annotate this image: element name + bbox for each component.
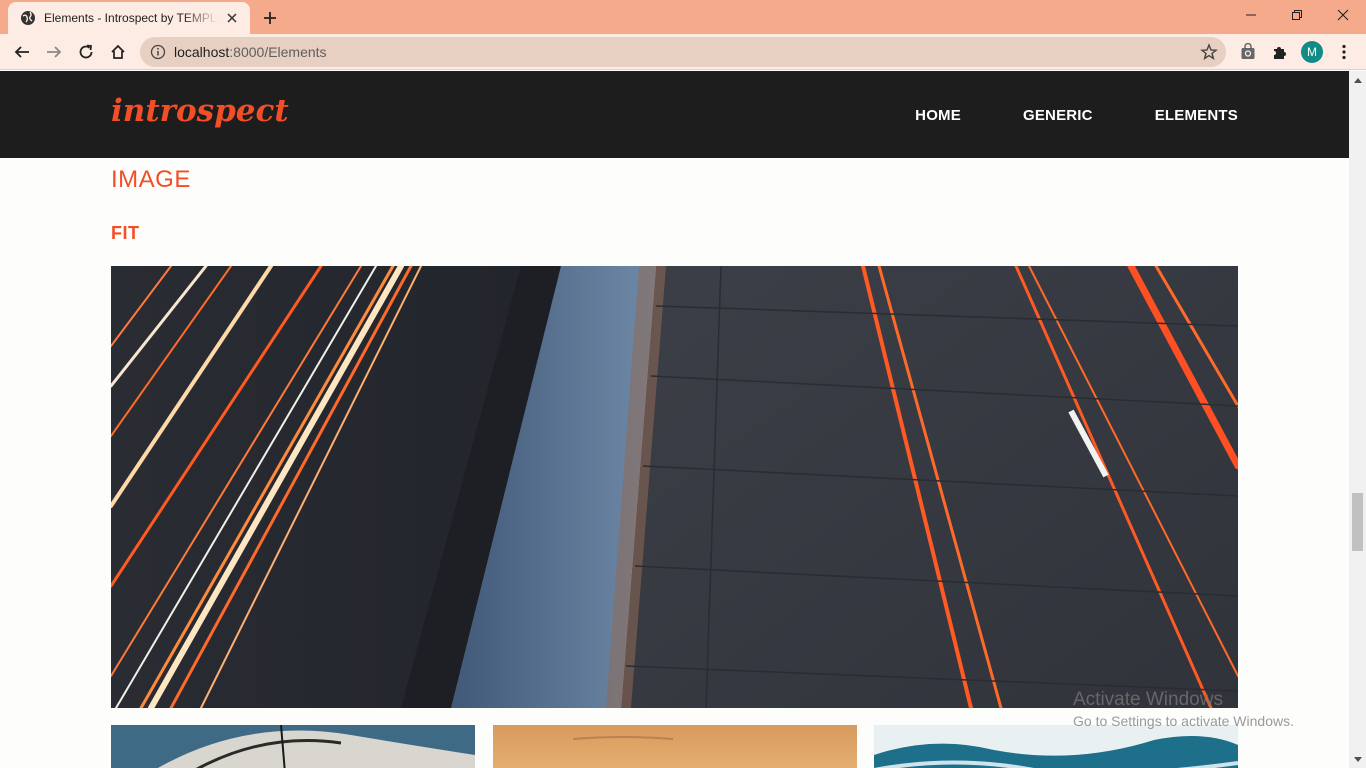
- browser-tab[interactable]: Elements - Introspect by TEMPLATED: [8, 2, 250, 34]
- close-icon: [1337, 9, 1349, 21]
- profile-avatar[interactable]: M: [1301, 41, 1323, 63]
- thumbnail-image-1: [111, 725, 475, 768]
- more-vertical-icon: [1342, 44, 1346, 60]
- url-text: localhost:8000/Elements: [174, 44, 327, 60]
- puzzle-piece-icon: [1274, 47, 1286, 59]
- arrow-left-icon: [14, 46, 29, 58]
- url-path: /Elements: [264, 44, 327, 60]
- page-scrollbar[interactable]: [1349, 71, 1366, 768]
- reload-button[interactable]: [72, 38, 100, 66]
- main-nav: HOME GENERIC ELEMENTS: [915, 107, 1238, 124]
- nav-item-home[interactable]: HOME: [915, 107, 961, 124]
- nav-item-elements[interactable]: ELEMENTS: [1155, 107, 1238, 124]
- section-subheading: FIT: [111, 223, 140, 243]
- page-viewport: introspect HOME GENERIC ELEMENTS IMAGE F…: [0, 71, 1349, 768]
- info-icon[interactable]: [150, 44, 166, 60]
- browser-tab-bar: Elements - Introspect by TEMPLATED: [0, 0, 1366, 34]
- tab-title: Elements - Introspect by TEMPLATED: [44, 11, 218, 25]
- back-button[interactable]: [8, 38, 36, 66]
- restore-icon: [1292, 10, 1302, 20]
- nav-item-generic[interactable]: GENERIC: [1023, 107, 1093, 124]
- forward-button[interactable]: [40, 38, 68, 66]
- star-icon[interactable]: [1200, 43, 1218, 61]
- plus-icon: [264, 12, 276, 24]
- activate-windows-watermark: Activate Windows Go to Settings to activ…: [1073, 689, 1294, 729]
- scroll-up-arrow[interactable]: [1349, 71, 1366, 88]
- watermark-title: Activate Windows: [1073, 689, 1223, 710]
- site-logo[interactable]: introspect: [111, 93, 289, 129]
- browser-toolbar: localhost:8000/Elements M: [0, 34, 1366, 70]
- watermark-subtitle: Go to Settings to activate Windows.: [1073, 713, 1294, 729]
- close-window-button[interactable]: [1320, 0, 1366, 30]
- close-tab-icon[interactable]: [224, 10, 240, 26]
- url-host: localhost: [174, 44, 230, 60]
- restore-button[interactable]: [1274, 0, 1320, 30]
- thumbnail-image-2: [493, 725, 857, 768]
- home-icon: [111, 44, 125, 59]
- thumbnail-image-3: [874, 725, 1238, 768]
- reload-icon: [79, 44, 93, 59]
- arrow-right-icon: [47, 46, 62, 58]
- caret-down-icon: [1353, 756, 1362, 762]
- scrollbar-thumb[interactable]: [1352, 493, 1363, 551]
- minimize-button[interactable]: [1228, 0, 1274, 30]
- new-tab-button[interactable]: [258, 6, 282, 30]
- extension-button[interactable]: [1234, 38, 1262, 66]
- minimize-icon: [1246, 14, 1256, 16]
- browser-menu-button[interactable]: [1330, 38, 1358, 66]
- site-header: introspect HOME GENERIC ELEMENTS: [0, 71, 1349, 158]
- home-button[interactable]: [104, 38, 132, 66]
- address-bar[interactable]: localhost:8000/Elements: [140, 37, 1226, 67]
- globe-icon: [21, 11, 35, 25]
- section-heading: IMAGE: [111, 166, 191, 193]
- scroll-down-arrow[interactable]: [1349, 751, 1366, 768]
- url-port: :8000: [229, 44, 265, 60]
- fit-image: [111, 266, 1238, 708]
- shopping-bag-icon: [1241, 43, 1255, 59]
- caret-up-icon: [1353, 77, 1362, 83]
- extensions-menu-button[interactable]: [1266, 38, 1294, 66]
